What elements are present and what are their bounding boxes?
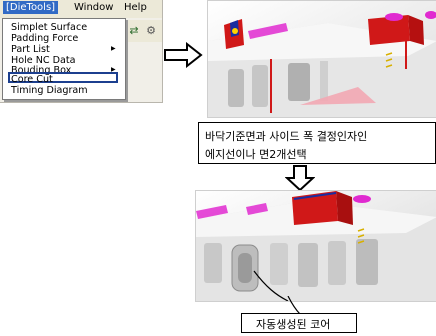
model-view-bottom [195, 190, 436, 302]
core-label: 자동생성된 코어 [256, 318, 331, 331]
menu-bar: [DieTools] Window Help [0, 0, 162, 18]
gear-icon[interactable]: ⚙ [144, 24, 158, 38]
menu-panel: [DieTools] Window Help ⇄ ⚙ Simplet Surfa… [0, 0, 163, 103]
core-label-box: 자동생성된 코어 [241, 313, 357, 333]
menu-dietools[interactable]: [DieTools] [3, 1, 59, 14]
menu-window[interactable]: Window [74, 2, 113, 13]
caption-line-2: 에지선이나 면2개선택 [205, 148, 307, 161]
model-view-top [207, 0, 436, 118]
die-model-bottom-image [196, 191, 436, 301]
menu-item-timing-diagram[interactable]: Timing Diagram [11, 85, 88, 96]
caption-line-1: 바닥기준면과 사이드 폭 결정인자인 [205, 130, 368, 143]
connector-icon[interactable]: ⇄ [127, 24, 141, 38]
dietools-dropdown: Simplet Surface Padding Force Part List … [2, 18, 126, 100]
menu-item-simplet-surface[interactable]: Simplet Surface [11, 22, 87, 33]
submenu-arrow-icon: ▶ [111, 45, 116, 52]
menu-help[interactable]: Help [124, 2, 147, 13]
menu-item-core-cut[interactable]: Core Cut [11, 74, 53, 85]
right-arrow-icon [164, 42, 203, 68]
menu-item-part-list[interactable]: Part List ▶ [11, 44, 116, 55]
menu-item-padding-force[interactable]: Padding Force [11, 33, 78, 44]
instruction-caption: 바닥기준면과 사이드 폭 결정인자인 에지선이나 면2개선택 [198, 122, 436, 164]
down-arrow-icon [285, 165, 315, 191]
die-model-top-image [208, 1, 436, 117]
toolbar: ⇄ ⚙ [126, 20, 162, 42]
